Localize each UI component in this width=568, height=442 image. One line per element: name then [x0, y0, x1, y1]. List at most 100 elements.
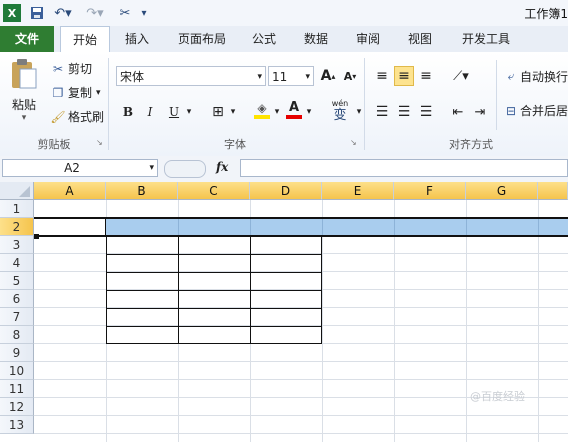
paste-icon [12, 59, 37, 89]
row-header-7[interactable]: 7 [0, 308, 34, 326]
borders-icon[interactable]: ⊞ [208, 102, 228, 122]
row-header-1[interactable]: 1 [0, 200, 34, 218]
group-separator [364, 58, 365, 150]
clipboard-dialog-launcher-icon[interactable]: ↘ [96, 138, 103, 147]
decrease-indent-icon[interactable]: ⇤ [448, 102, 468, 122]
column-header-G[interactable]: G [466, 182, 538, 200]
cut-label: 剪切 [68, 62, 93, 76]
merge-center-label: 合并后居 [520, 104, 568, 118]
tab-review[interactable]: 审阅 [348, 26, 388, 52]
formula-input[interactable] [240, 159, 568, 177]
underline-button[interactable]: U [164, 102, 184, 122]
font-size-select[interactable]: 11 ▾ [268, 66, 314, 86]
increase-indent-icon[interactable]: ⇥ [470, 102, 490, 122]
borders-dropdown-icon[interactable]: ▾ [228, 102, 238, 122]
redo-icon[interactable]: ↷▾ [82, 4, 108, 22]
watermark-text: @百度经验 [470, 390, 525, 403]
name-box[interactable]: A2 ▾ [2, 159, 158, 177]
tab-file[interactable]: 文件 [0, 26, 54, 52]
underline-dropdown-icon[interactable]: ▾ [184, 102, 194, 122]
bordered-table [106, 236, 322, 344]
font-color-dropdown-icon[interactable]: ▾ [304, 102, 314, 122]
fill-color-dropdown-icon[interactable]: ▾ [272, 102, 282, 122]
row-header-6[interactable]: 6 [0, 290, 34, 308]
scissors-icon: ✂ [52, 61, 64, 76]
active-cell-A2[interactable] [34, 219, 106, 235]
column-header-E[interactable]: E [322, 182, 394, 200]
row-header-4[interactable]: 4 [0, 254, 34, 272]
italic-button[interactable]: I [140, 102, 160, 122]
row-header-13[interactable]: 13 [0, 416, 34, 434]
tools-icon[interactable]: ✂ [114, 4, 136, 22]
row-header-5[interactable]: 5 [0, 272, 34, 290]
row-header-9[interactable]: 9 [0, 344, 34, 362]
formula-bar: A2 ▾ fx [0, 156, 568, 183]
tab-data[interactable]: 数据 [296, 26, 336, 52]
font-name-dropdown-icon: ▾ [257, 72, 262, 82]
copy-icon: ❐ [52, 85, 64, 100]
tab-insert[interactable]: 插入 [116, 26, 158, 52]
font-color-icon[interactable]: A [284, 100, 304, 120]
wrap-text-icon: ⤶ [507, 69, 515, 83]
align-top-icon[interactable]: ≡ [372, 66, 392, 86]
ribbon-tabs: 文件 开始 插入 页面布局 公式 数据 审阅 视图 开发工具 [0, 26, 568, 54]
font-dialog-launcher-icon[interactable]: ↘ [350, 138, 357, 147]
font-size-dropdown-icon: ▾ [305, 72, 310, 82]
merge-center-button[interactable]: ⊟ 合并后居 [502, 102, 568, 119]
name-box-dropdown-icon: ▾ [149, 163, 154, 173]
quick-access-toolbar: X ↶▾ ↷▾ ✂ ▾ 工作簿1 [0, 0, 568, 27]
align-middle-icon[interactable]: ≡ [394, 66, 414, 86]
column-header-B[interactable]: B [106, 182, 178, 200]
tab-home[interactable]: 开始 [60, 26, 110, 54]
copy-button[interactable]: ❐ 复制 ▾ [50, 84, 101, 101]
customize-qat-icon[interactable]: ▾ [138, 4, 150, 22]
fill-color-icon[interactable]: ◈ [252, 100, 272, 120]
align-left-icon[interactable]: ☰ [372, 102, 392, 122]
orientation-icon[interactable]: ⟋▾ [448, 66, 474, 86]
decrease-font-size-icon[interactable]: A ▾ [340, 66, 360, 86]
phonetic-guide-icon[interactable]: wén 变 [326, 98, 354, 124]
save-icon[interactable] [28, 4, 46, 22]
row-header-3[interactable]: 3 [0, 236, 34, 254]
row-header-2[interactable]: 2 [0, 218, 34, 236]
ribbon-home: 粘贴 ▾ ✂ 剪切 ❐ 复制 ▾ 🖌 格式刷 剪贴板 ↘ 宋体 ▾ 11 ▾ A… [0, 52, 568, 157]
insert-function-icon[interactable]: fx [216, 160, 228, 174]
format-painter-button[interactable]: 🖌 格式刷 [50, 108, 104, 125]
fill-handle[interactable] [34, 234, 39, 239]
column-header-D[interactable]: D [250, 182, 322, 200]
font-name-select[interactable]: 宋体 ▾ [116, 66, 266, 86]
column-header-C[interactable]: C [178, 182, 250, 200]
tab-view[interactable]: 视图 [400, 26, 440, 52]
column-header-next[interactable] [538, 182, 568, 200]
excel-logo-icon: X [3, 4, 21, 22]
tab-developer[interactable]: 开发工具 [454, 26, 518, 52]
row-header-12[interactable]: 12 [0, 398, 34, 416]
align-center-icon[interactable]: ☰ [394, 102, 414, 122]
select-all-corner[interactable] [0, 182, 34, 200]
row-header-11[interactable]: 11 [0, 380, 34, 398]
format-painter-label: 格式刷 [68, 110, 105, 124]
window-title: 工作簿1 [524, 7, 568, 21]
group-separator [108, 58, 109, 150]
wrap-text-button[interactable]: ⤶ 自动换行 [502, 68, 568, 85]
brush-icon: 🖌 [50, 109, 66, 124]
undo-icon[interactable]: ↶▾ [50, 4, 76, 22]
phonetic-dropdown-icon[interactable]: ▾ [354, 102, 364, 122]
row-header-10[interactable]: 10 [0, 362, 34, 380]
bold-button[interactable]: B [118, 102, 138, 122]
cut-button[interactable]: ✂ 剪切 [50, 60, 92, 77]
row-header-8[interactable]: 8 [0, 326, 34, 344]
formula-bar-expander[interactable] [164, 160, 206, 178]
align-right-icon[interactable]: ☰ [416, 102, 436, 122]
wrap-text-label: 自动换行 [520, 70, 568, 84]
paste-button[interactable]: 粘贴 ▾ [6, 58, 42, 130]
column-header-F[interactable]: F [394, 182, 466, 200]
increase-font-size-icon[interactable]: A ▴ [318, 66, 338, 86]
worksheet-grid[interactable]: A B C D E F G 1 2 3 4 5 6 7 8 9 10 11 12… [0, 182, 568, 442]
tab-page-layout[interactable]: 页面布局 [170, 26, 234, 52]
column-header-A[interactable]: A [34, 182, 106, 200]
tab-formulas[interactable]: 公式 [244, 26, 284, 52]
align-bottom-icon[interactable]: ≡ [416, 66, 436, 86]
font-group-label: 字体 [224, 138, 246, 151]
alignment-separator [496, 60, 497, 130]
